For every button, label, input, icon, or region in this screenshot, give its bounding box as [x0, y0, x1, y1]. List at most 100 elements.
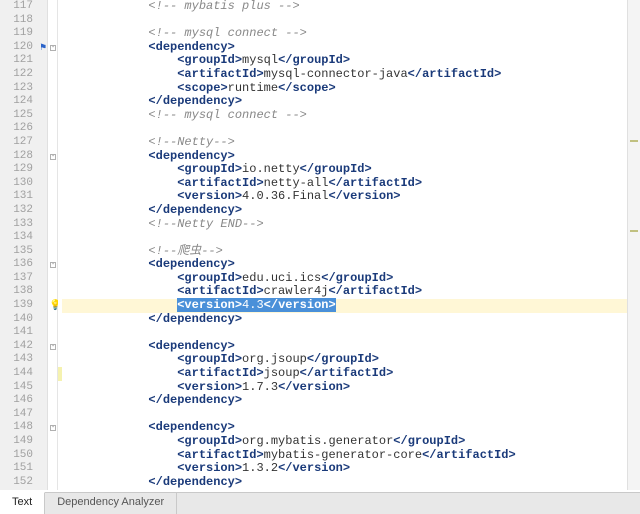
code-line[interactable]: <!-- mysql connect --> — [62, 109, 640, 123]
fold-gutter-line[interactable] — [48, 27, 57, 41]
fold-gutter-line[interactable] — [48, 204, 57, 218]
fold-gutter-line[interactable] — [48, 285, 57, 299]
tab-text[interactable]: Text — [0, 492, 45, 514]
line-number[interactable]: 134 — [0, 231, 47, 245]
line-number[interactable]: 133 — [0, 218, 47, 232]
code-line[interactable]: <groupId>mysql</groupId> — [62, 54, 640, 68]
code-line[interactable]: <dependency> — [62, 258, 640, 272]
code-line[interactable]: </dependency> — [62, 394, 640, 408]
code-line[interactable]: <groupId>org.jsoup</groupId> — [62, 353, 640, 367]
code-line[interactable]: <artifactId>mysql-connector-java</artifa… — [62, 68, 640, 82]
code-line[interactable]: <dependency> — [62, 150, 640, 164]
fold-gutter-line[interactable] — [48, 435, 57, 449]
fold-gutter-line[interactable] — [48, 326, 57, 340]
code-line[interactable]: </dependency> — [62, 476, 640, 490]
line-number[interactable]: 131 — [0, 190, 47, 204]
code-line[interactable]: </dependency> — [62, 95, 640, 109]
line-number[interactable]: 117 — [0, 0, 47, 14]
code-line[interactable]: <groupId>io.netty</groupId> — [62, 163, 640, 177]
code-line[interactable]: <version>4.0.36.Final</version> — [62, 190, 640, 204]
line-number[interactable]: 141 — [0, 326, 47, 340]
fold-gutter-line[interactable] — [48, 136, 57, 150]
fold-gutter-line[interactable] — [48, 218, 57, 232]
fold-gutter-line[interactable] — [48, 313, 57, 327]
code-line[interactable]: <groupId>edu.uci.ics</groupId> — [62, 272, 640, 286]
line-number[interactable]: 142 — [0, 340, 47, 354]
code-line[interactable]: </dependency> — [62, 313, 640, 327]
code-line[interactable]: <!-- mybatis plus --> — [62, 0, 640, 14]
fold-gutter-line[interactable] — [48, 394, 57, 408]
line-number[interactable]: 145 — [0, 381, 47, 395]
fold-gutter-line[interactable]: - — [48, 421, 57, 435]
fold-gutter-line[interactable] — [48, 353, 57, 367]
line-number[interactable]: 138 — [0, 285, 47, 299]
line-number[interactable]: 140 — [0, 313, 47, 327]
line-number[interactable]: 136 — [0, 258, 47, 272]
code-line[interactable] — [62, 231, 640, 245]
line-number[interactable]: 124 — [0, 95, 47, 109]
fold-gutter-line[interactable] — [48, 272, 57, 286]
fold-gutter-line[interactable]: - — [48, 340, 57, 354]
fold-gutter-line[interactable] — [48, 68, 57, 82]
code-line[interactable]: <dependency> — [62, 340, 640, 354]
line-number[interactable]: 135 — [0, 245, 47, 259]
fold-gutter-line[interactable] — [48, 476, 57, 490]
fold-gutter-line[interactable] — [48, 381, 57, 395]
fold-toggle-icon[interactable]: - — [50, 425, 56, 431]
line-number[interactable]: 152 — [0, 476, 47, 490]
fold-gutter-line[interactable] — [48, 449, 57, 463]
line-number[interactable]: 120⚑ — [0, 41, 47, 55]
fold-gutter-line[interactable] — [48, 190, 57, 204]
line-number[interactable]: 132 — [0, 204, 47, 218]
fold-gutter-line[interactable] — [48, 95, 57, 109]
line-number[interactable]: 151 — [0, 462, 47, 476]
line-number[interactable]: 146 — [0, 394, 47, 408]
line-number[interactable]: 139💡 — [0, 299, 47, 313]
line-number[interactable]: 119 — [0, 27, 47, 41]
code-line[interactable]: <!--Netty END--> — [62, 218, 640, 232]
fold-gutter-line[interactable] — [48, 82, 57, 96]
line-number[interactable]: 128 — [0, 150, 47, 164]
fold-gutter-line[interactable] — [48, 109, 57, 123]
code-line[interactable]: <!--Netty--> — [62, 136, 640, 150]
line-number[interactable]: 147 — [0, 408, 47, 422]
line-number[interactable]: 130 — [0, 177, 47, 191]
fold-gutter-line[interactable] — [48, 299, 57, 313]
code-line[interactable]: <scope>runtime</scope> — [62, 82, 640, 96]
fold-toggle-icon[interactable]: - — [50, 344, 56, 350]
fold-gutter-line[interactable] — [48, 177, 57, 191]
fold-toggle-icon[interactable]: - — [50, 45, 56, 51]
line-number[interactable]: 118 — [0, 14, 47, 28]
fold-gutter-line[interactable] — [48, 122, 57, 136]
line-number[interactable]: 137 — [0, 272, 47, 286]
line-number[interactable]: 121 — [0, 54, 47, 68]
line-number[interactable]: 129 — [0, 163, 47, 177]
code-line[interactable]: </dependency> — [62, 204, 640, 218]
code-line[interactable]: <version>1.3.2</version> — [62, 462, 640, 476]
fold-toggle-icon[interactable]: - — [50, 154, 56, 160]
fold-gutter-line[interactable] — [48, 231, 57, 245]
line-number[interactable]: 122 — [0, 68, 47, 82]
line-number[interactable]: 123 — [0, 82, 47, 96]
line-number[interactable]: 148 — [0, 421, 47, 435]
vertical-scrollbar[interactable] — [627, 0, 640, 490]
code-line[interactable]: <dependency> — [62, 421, 640, 435]
code-line[interactable]: <!-- mysql connect --> — [62, 27, 640, 41]
line-number[interactable]: 125 — [0, 109, 47, 123]
line-number[interactable]: 150 — [0, 449, 47, 463]
code-line[interactable] — [62, 326, 640, 340]
fold-gutter-line[interactable] — [48, 462, 57, 476]
code-line[interactable]: <version>4.3</version> — [62, 299, 640, 313]
line-number[interactable]: 126 — [0, 122, 47, 136]
code-line[interactable] — [62, 14, 640, 28]
code-line[interactable]: <artifactId>mybatis-generator-core</arti… — [62, 449, 640, 463]
line-number[interactable]: 144 — [0, 367, 47, 381]
code-line[interactable] — [62, 122, 640, 136]
line-number[interactable]: 143 — [0, 353, 47, 367]
fold-gutter-line[interactable] — [48, 54, 57, 68]
code-line[interactable]: <!--爬虫--> — [62, 245, 640, 259]
fold-gutter-line[interactable] — [48, 367, 57, 381]
fold-gutter-line[interactable] — [48, 14, 57, 28]
code-line[interactable] — [62, 408, 640, 422]
bookmark-icon[interactable]: ⚑ — [36, 42, 46, 52]
